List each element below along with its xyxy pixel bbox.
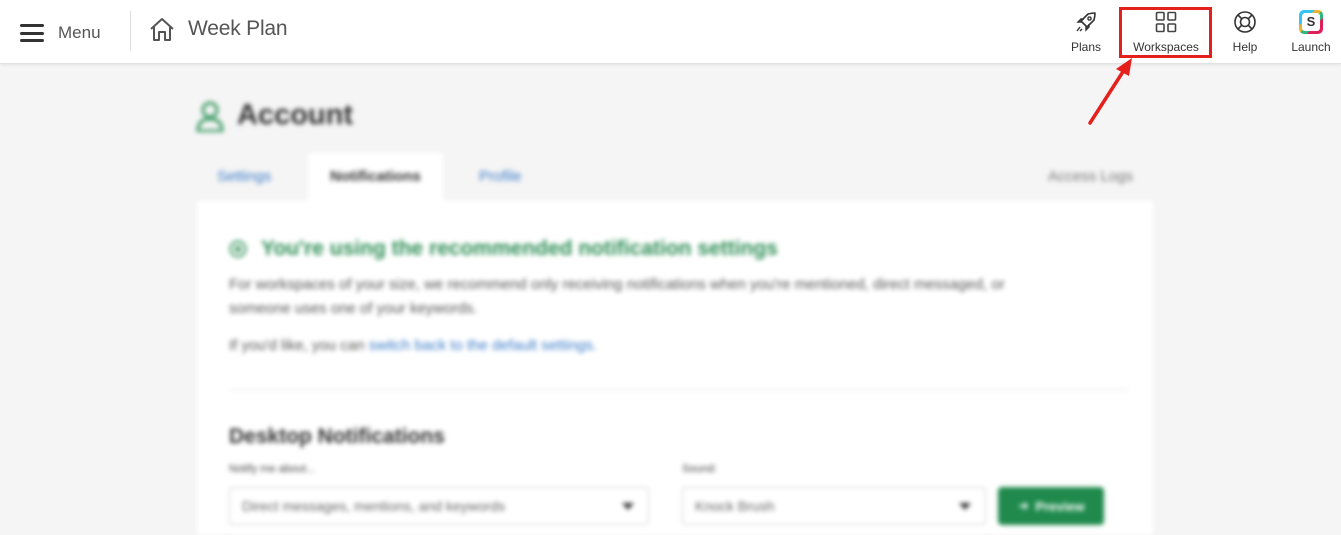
notify-select[interactable]: Direct messages, mentions, and keywords: [229, 487, 649, 525]
desktop-notifications-title: Desktop Notifications: [229, 425, 445, 448]
switch-prefix: If you'd like, you can: [229, 337, 369, 354]
nav-help[interactable]: Help: [1209, 10, 1281, 56]
slack-glyph: S: [1302, 13, 1320, 31]
recommended-banner: You're using the recommended notificatio…: [229, 237, 778, 261]
account-page: Account Settings Notifications Profile A…: [0, 65, 1341, 535]
notifications-panel: You're using the recommended notificatio…: [197, 201, 1153, 535]
account-header: Account: [195, 99, 353, 132]
sound-select-value: Knock Brush: [695, 498, 775, 514]
lifebuoy-icon: [1234, 11, 1256, 33]
nav-help-label: Help: [1232, 40, 1258, 54]
highlight-box: [1119, 7, 1212, 58]
preview-label: Preview: [1035, 498, 1085, 514]
notify-label: Notify me about...: [229, 463, 316, 475]
nav-plans-label: Plans: [1070, 40, 1102, 54]
account-title: Account: [237, 99, 353, 131]
switch-line: If you'd like, you can switch back to th…: [229, 337, 597, 354]
notify-select-value: Direct messages, mentions, and keywords: [242, 498, 505, 514]
account-tabs: Settings Notifications Profile Access Lo…: [195, 153, 1155, 201]
recommended-description: For workspaces of your size, we recommen…: [229, 276, 1005, 317]
divider: [130, 11, 131, 51]
rocket-icon: [1076, 12, 1096, 32]
home-icon: [150, 18, 174, 41]
sound-select[interactable]: Knock Brush: [682, 487, 986, 525]
menu-button[interactable]: Menu: [20, 18, 101, 48]
preview-button[interactable]: Preview: [998, 487, 1104, 525]
slack-icon: S: [1299, 10, 1323, 34]
tab-notifications[interactable]: Notifications: [308, 153, 443, 201]
nav-plans[interactable]: Plans: [1050, 10, 1122, 56]
sound-label: Sound:: [682, 463, 717, 475]
section-divider: [229, 389, 1129, 390]
hamburger-icon: [20, 24, 44, 42]
play-icon: [1019, 502, 1029, 510]
user-icon: [196, 101, 224, 132]
tab-profile[interactable]: Profile: [457, 153, 544, 201]
tab-settings[interactable]: Settings: [195, 153, 293, 201]
access-logs-link[interactable]: Access Logs: [1026, 153, 1155, 201]
page-title: Week Plan: [188, 17, 288, 40]
chevron-down-icon: [959, 503, 971, 510]
chevron-down-icon: [622, 503, 634, 510]
nav-launch[interactable]: S Launch: [1275, 10, 1341, 56]
nav-launch-label: Launch: [1291, 40, 1331, 54]
check-circle-icon: [229, 240, 247, 258]
recommended-title: You're using the recommended notificatio…: [261, 237, 778, 260]
home-link[interactable]: Week Plan: [148, 16, 288, 42]
menu-label: Menu: [58, 23, 101, 42]
switch-default-link[interactable]: switch back to the default settings.: [369, 337, 597, 354]
